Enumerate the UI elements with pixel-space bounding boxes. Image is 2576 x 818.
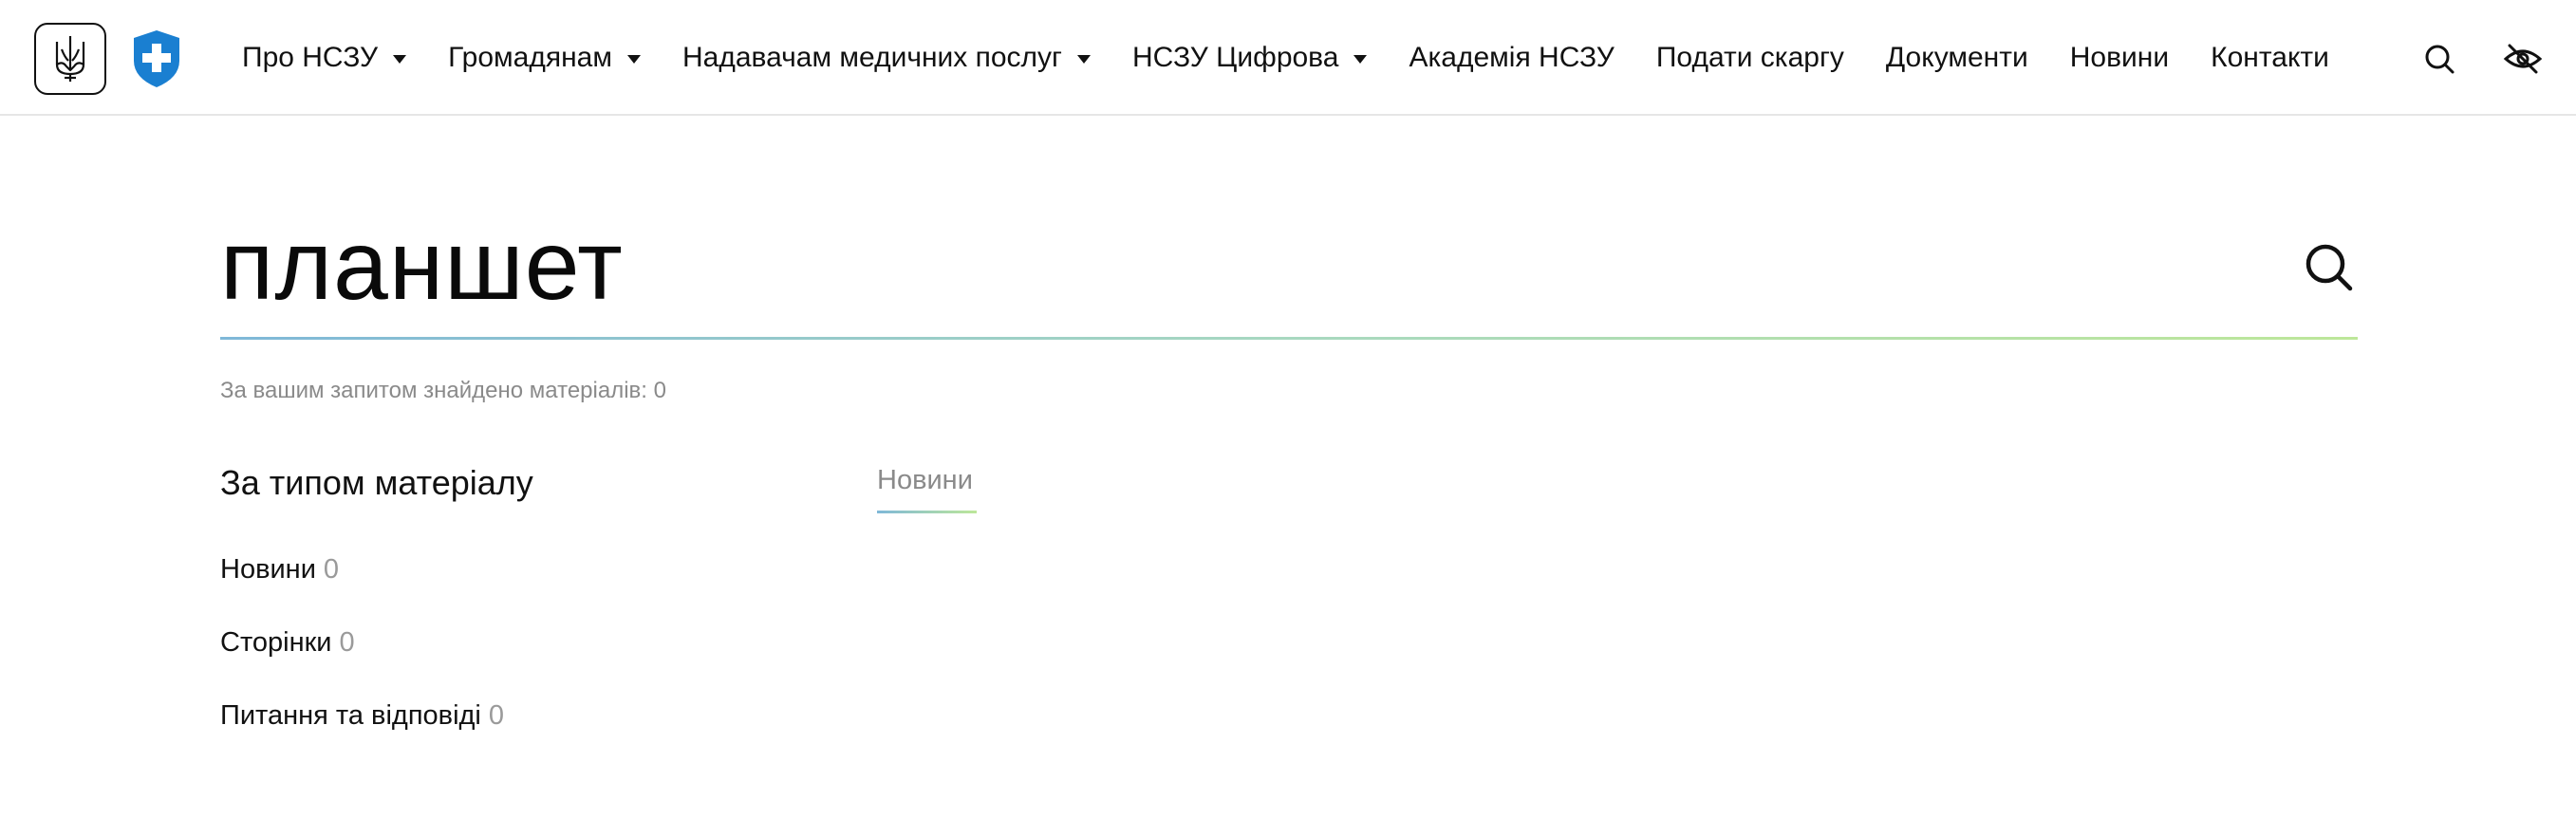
filter-label: Сторінки: [220, 627, 332, 658]
filter-item-faq[interactable]: Питання та відповіді 0: [220, 700, 504, 732]
site-header: Про НСЗУ Громадянам Надавачам медичних п…: [0, 0, 2576, 116]
eye-crossed-icon[interactable]: [2502, 40, 2544, 78]
nav-item-about[interactable]: Про НСЗУ: [242, 42, 407, 74]
search-area: [220, 190, 2358, 342]
nav-item-news[interactable]: Новини: [2070, 42, 2169, 74]
filter-label: Питання та відповіді: [220, 700, 481, 731]
nav-item-academy[interactable]: Академія НСЗУ: [1409, 42, 1614, 74]
nav-item-label: Контакти: [2211, 42, 2329, 73]
main-nav: Про НСЗУ Громадянам Надавачам медичних п…: [242, 0, 2371, 116]
nav-item-documents[interactable]: Документи: [1886, 42, 2028, 74]
nav-item-label: Надавачам медичних послуг: [681, 42, 1063, 73]
filter-item-pages[interactable]: Сторінки 0: [220, 627, 355, 659]
nav-item-label: Про НСЗУ: [242, 42, 379, 73]
chevron-down-icon: [1077, 55, 1092, 64]
trident-icon: [55, 36, 85, 82]
nav-item-label: Подати скаргу: [1655, 42, 1844, 73]
nav-item-citizens[interactable]: Громадянам: [448, 42, 641, 74]
nav-item-label: Документи: [1885, 42, 2028, 73]
filter-label: Новини: [220, 554, 316, 585]
chevron-down-icon: [393, 55, 407, 64]
nav-item-label: НСЗУ Цифрова: [1132, 42, 1339, 73]
trident-logo[interactable]: [34, 23, 106, 95]
tab-active-indicator: [877, 511, 977, 513]
filter-item-news[interactable]: Новини 0: [220, 554, 339, 586]
nav-item-digital[interactable]: НСЗУ Цифрова: [1132, 42, 1368, 74]
search-submit-icon[interactable]: [2301, 239, 2358, 296]
filter-count: 0: [488, 700, 505, 731]
filter-count: 0: [323, 554, 340, 585]
chevron-down-icon: [1353, 55, 1368, 64]
nav-item-complaint[interactable]: Подати скаргу: [1656, 42, 1844, 74]
nav-item-contacts[interactable]: Контакти: [2211, 42, 2329, 74]
nav-item-providers[interactable]: Надавачам медичних послуг: [681, 42, 1092, 74]
nav-item-label: Новини: [2069, 42, 2170, 73]
filter-count: 0: [339, 627, 355, 658]
search-icon[interactable]: [2420, 40, 2458, 78]
nav-item-label: Академія НСЗУ: [1409, 42, 1615, 73]
search-input[interactable]: [220, 209, 2261, 323]
shield-cross-icon[interactable]: [132, 28, 181, 89]
tab-news[interactable]: Новини: [877, 465, 973, 496]
nav-item-label: Громадянам: [448, 42, 612, 73]
chevron-down-icon: [626, 55, 641, 64]
results-count: За вашим запитом знайдено матеріалів: 0: [220, 378, 666, 403]
filter-title: За типом матеріалу: [220, 463, 533, 502]
search-underline: [220, 337, 2358, 340]
